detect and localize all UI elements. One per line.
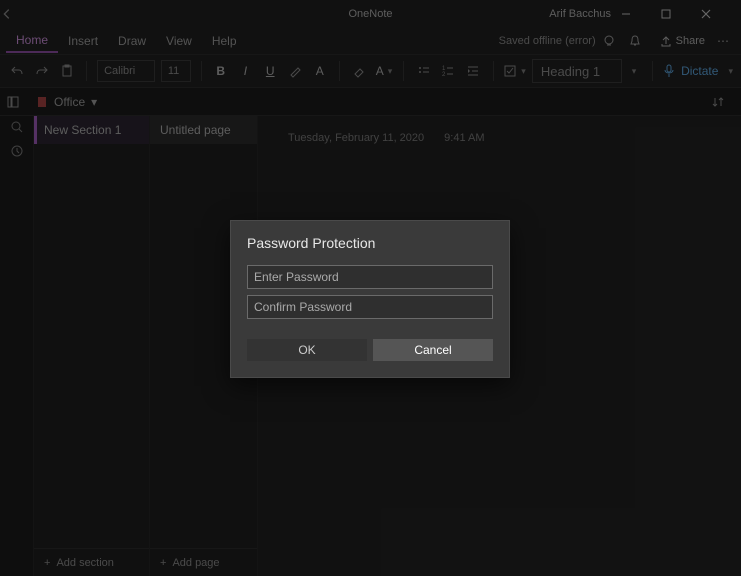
ok-button[interactable]: OK: [247, 339, 367, 361]
confirm-password-input[interactable]: [247, 295, 493, 319]
enter-password-input[interactable]: [247, 265, 493, 289]
dialog-title: Password Protection: [247, 235, 493, 251]
password-protection-dialog: Password Protection OK Cancel: [230, 220, 510, 378]
cancel-button[interactable]: Cancel: [373, 339, 493, 361]
